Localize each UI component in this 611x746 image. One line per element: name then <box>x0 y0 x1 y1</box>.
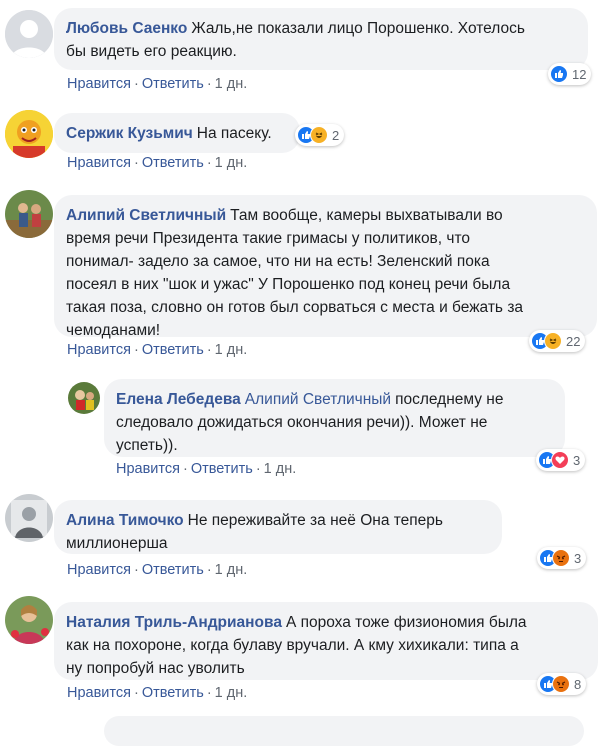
reaction-summary[interactable]: 3 <box>536 449 586 471</box>
comment-text: как на похороне, когда булаву вручали. А… <box>66 637 519 654</box>
avatar[interactable] <box>5 10 53 58</box>
separator: · <box>133 562 139 578</box>
comment-bubble: Алипий Светличный Там вообще, камеры выхв… <box>54 195 597 339</box>
comment-timestamp[interactable]: 1 дн. <box>215 76 248 92</box>
like-button[interactable]: Нравится <box>67 155 131 171</box>
comment-text: такая поза, словно он готов был сорватьс… <box>66 299 524 316</box>
comment-actions: Нравится · Ответить · 1 дн. <box>67 685 247 701</box>
reaction-count: 2 <box>332 127 340 143</box>
avatar[interactable] <box>5 190 53 238</box>
like-button[interactable]: Нравится <box>67 562 131 578</box>
comment-text: На пасеку. <box>196 125 272 142</box>
comment-text: время речи Президента такие гримасы у по… <box>66 230 471 247</box>
comment-bubble: Алина Тимочко Не переживайте за неё Она т… <box>54 500 502 554</box>
comment-text: А пороха тоже физиономия была <box>285 614 527 631</box>
like-button[interactable]: Нравится <box>67 342 131 358</box>
comment-actions: Нравится · Ответить · 1 дн. <box>67 155 247 171</box>
reaction-summary[interactable]: 12 <box>548 63 592 85</box>
separator: · <box>133 155 139 171</box>
comment-author[interactable]: Сержик Кузьмич <box>66 125 193 142</box>
reply-button[interactable]: Ответить <box>191 461 253 477</box>
reaction-count: 3 <box>573 452 581 468</box>
comment-timestamp[interactable]: 1 дн. <box>215 562 248 578</box>
comment-timestamp[interactable]: 1 дн. <box>215 342 248 358</box>
love-icon <box>551 451 569 469</box>
angry-icon <box>552 549 570 567</box>
separator: · <box>206 685 212 701</box>
reply-button[interactable]: Ответить <box>142 685 204 701</box>
angry-icon <box>552 675 570 693</box>
like-button[interactable]: Нравится <box>116 461 180 477</box>
haha-icon <box>310 126 328 144</box>
comment-bubble: Сержик Кузьмич На пасеку. <box>54 113 300 153</box>
reply-button[interactable]: Ответить <box>142 342 204 358</box>
reaction-count: 12 <box>572 66 587 82</box>
avatar[interactable] <box>68 382 100 414</box>
comment-bubble <box>104 716 584 746</box>
avatar[interactable] <box>5 494 53 542</box>
reply-button[interactable]: Ответить <box>142 155 204 171</box>
reaction-summary[interactable]: 22 <box>529 330 586 352</box>
separator: · <box>133 76 139 92</box>
separator: · <box>182 461 188 477</box>
comment-text: посеял в них "шок и ужас" У Порошенко по… <box>66 276 511 293</box>
comment-text: бы видеть его реакцию. <box>66 43 237 60</box>
separator: · <box>206 562 212 578</box>
reaction-summary[interactable]: 2 <box>295 124 345 146</box>
reaction-count: 8 <box>574 676 582 692</box>
reaction-summary[interactable]: 3 <box>537 547 587 569</box>
reaction-count: 3 <box>574 550 582 566</box>
comment-bubble: Наталия Триль-Андрианова А пороха тоже фи… <box>54 602 598 680</box>
mentioned-user[interactable]: Алипий Светличный <box>245 391 391 408</box>
separator: · <box>206 155 212 171</box>
comment-text: понимал- задело за самое, что ни на есть… <box>66 253 490 270</box>
comment-actions: Нравится · Ответить · 1 дн. <box>116 461 296 477</box>
comment-text: ну попробуй нас уволить <box>66 660 245 677</box>
reaction-summary[interactable]: 8 <box>537 673 587 695</box>
comment-text: миллионерша <box>66 535 168 552</box>
comment-timestamp[interactable]: 1 дн. <box>215 155 248 171</box>
like-button[interactable]: Нравится <box>67 76 131 92</box>
comment-timestamp[interactable]: 1 дн. <box>264 461 297 477</box>
comment-author[interactable]: Алина Тимочко <box>66 512 184 529</box>
comment-text: чемоданами! <box>66 322 161 339</box>
separator: · <box>206 76 212 92</box>
comment-text: последнему не <box>395 391 504 408</box>
reaction-count: 22 <box>566 333 581 349</box>
comment-actions: Нравится · Ответить · 1 дн. <box>67 562 247 578</box>
separator: · <box>133 342 139 358</box>
separator: · <box>133 685 139 701</box>
comment-text: Не переживайте за неё Она теперь <box>187 512 443 529</box>
separator: · <box>206 342 212 358</box>
reply-button[interactable]: Ответить <box>142 76 204 92</box>
comment-text: Жаль,не показали лицо Порошенко. Хотелос… <box>191 20 525 37</box>
comment-bubble: Любовь Саенко Жаль,не показали лицо Порош… <box>54 8 588 70</box>
haha-icon <box>544 332 562 350</box>
comment-bubble: Елена Лебедева Алипий Светличный последнем… <box>104 379 565 457</box>
comment-timestamp[interactable]: 1 дн. <box>215 685 248 701</box>
comment-text: следовало дожидаться окончания речи)). М… <box>116 414 488 431</box>
avatar[interactable] <box>5 596 53 644</box>
comment-actions: Нравится · Ответить · 1 дн. <box>67 342 247 358</box>
like-button[interactable]: Нравится <box>67 685 131 701</box>
comment-author[interactable]: Алипий Светличный <box>66 207 226 224</box>
comment-author[interactable]: Любовь Саенко <box>66 20 187 37</box>
comment-author[interactable]: Елена Лебедева <box>116 391 241 408</box>
comment-text: успеть)). <box>116 437 178 454</box>
comment-actions: Нравится · Ответить · 1 дн. <box>67 76 247 92</box>
comment-text: Там вообще, камеры выхватывали во <box>230 207 503 224</box>
like-icon <box>550 65 568 83</box>
comment-author[interactable]: Наталия Триль-Андрианова <box>66 614 282 631</box>
avatar[interactable] <box>5 110 53 158</box>
separator: · <box>255 461 261 477</box>
reply-button[interactable]: Ответить <box>142 562 204 578</box>
